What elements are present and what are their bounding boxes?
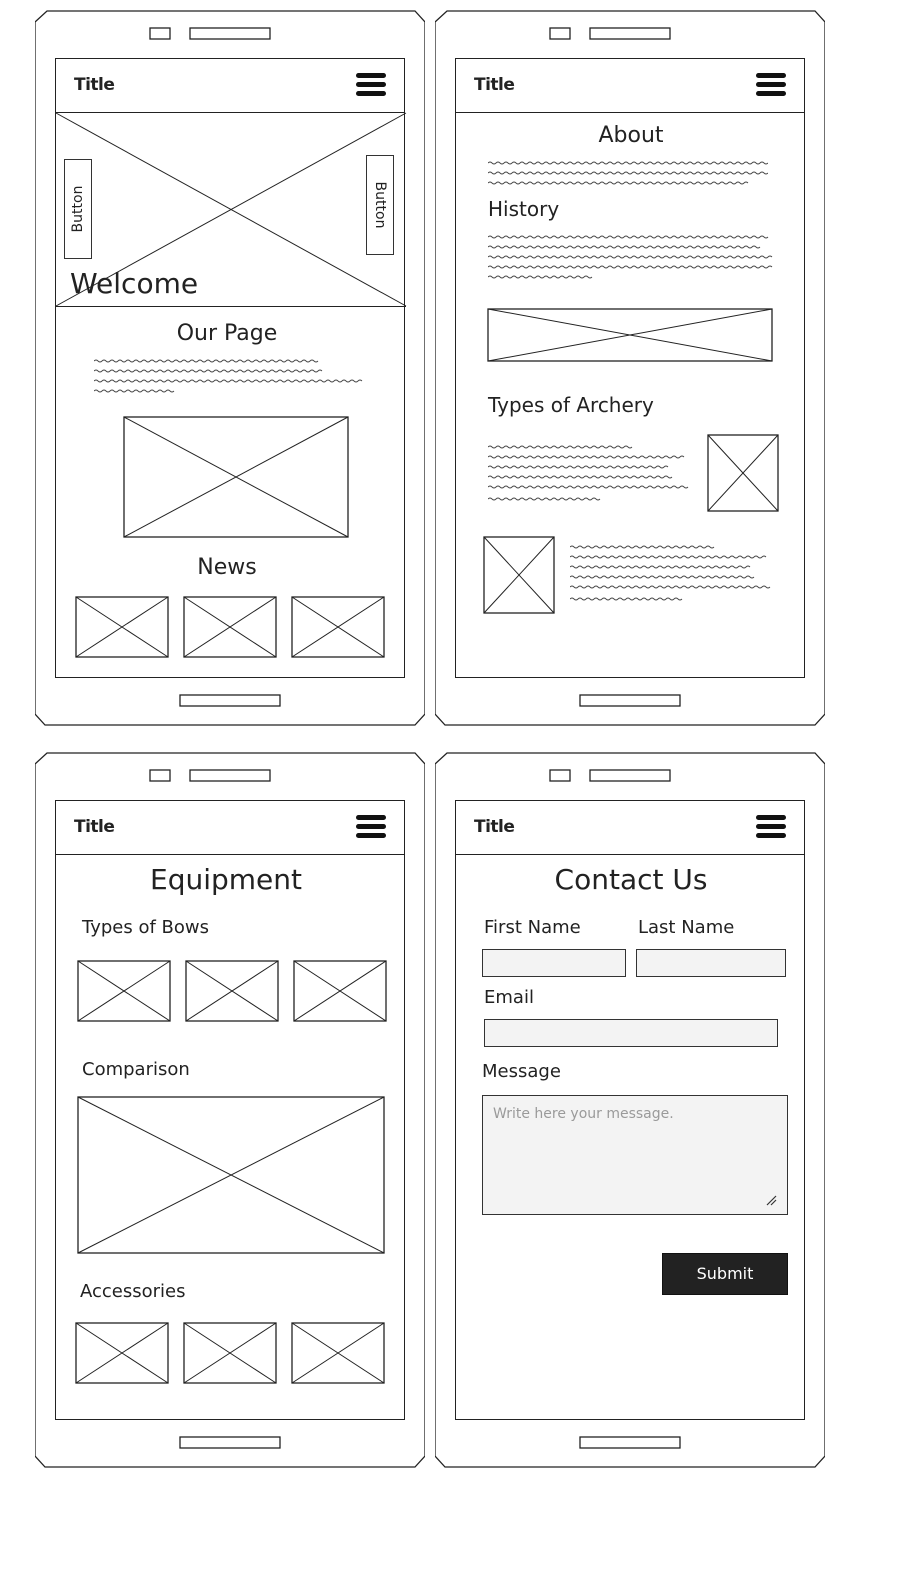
camera-icon bbox=[149, 769, 171, 782]
button-label: Button bbox=[372, 181, 388, 229]
lorem-text-block bbox=[488, 443, 692, 509]
email-label: Email bbox=[484, 987, 534, 1008]
app-title: Title bbox=[474, 817, 515, 837]
hamburger-menu-icon[interactable] bbox=[356, 815, 386, 841]
last-name-label: Last Name bbox=[638, 917, 735, 938]
button-label: Button bbox=[70, 185, 86, 233]
accessory-image-1 bbox=[75, 1322, 169, 1384]
speaker-icon bbox=[589, 27, 671, 40]
home-button bbox=[579, 1436, 681, 1449]
message-placeholder: Write here your message. bbox=[493, 1106, 674, 1122]
app-title: Title bbox=[74, 817, 115, 837]
screen: Title Equipment Types of Bows Comparison… bbox=[55, 800, 405, 1420]
news-image-2 bbox=[183, 596, 277, 658]
comparison-title: Comparison bbox=[82, 1059, 190, 1080]
about-title: About bbox=[598, 123, 664, 148]
news-image-3 bbox=[291, 596, 385, 658]
screen: Title Contact Us First Name Last Name Em… bbox=[455, 800, 805, 1420]
phone-about: Title About History Types of Archery bbox=[435, 10, 825, 726]
hamburger-menu-icon[interactable] bbox=[756, 815, 786, 841]
hero-right-button[interactable]: Button bbox=[366, 155, 394, 255]
lorem-text-block bbox=[570, 543, 774, 609]
bow-image-1 bbox=[77, 960, 171, 1022]
screen: Title About History Types of Archery bbox=[455, 58, 805, 678]
bow-image-2 bbox=[185, 960, 279, 1022]
image-placeholder bbox=[707, 434, 779, 512]
top-bar: Title bbox=[56, 801, 404, 855]
lorem-text-block bbox=[94, 357, 374, 401]
equipment-title: Equipment bbox=[150, 863, 302, 896]
accessory-image-2 bbox=[183, 1322, 277, 1384]
camera-icon bbox=[149, 27, 171, 40]
types-of-archery-title: Types of Archery bbox=[488, 393, 654, 417]
contact-title: Contact Us bbox=[554, 863, 708, 896]
camera-icon bbox=[549, 27, 571, 40]
lorem-text-block bbox=[488, 159, 768, 189]
app-title: Title bbox=[474, 75, 515, 95]
first-name-label: First Name bbox=[484, 917, 581, 938]
image-placeholder bbox=[483, 536, 555, 614]
speaker-icon bbox=[189, 27, 271, 40]
resize-grip-icon[interactable] bbox=[765, 1194, 777, 1206]
hero-title: Welcome bbox=[70, 267, 199, 300]
section-title: Our Page bbox=[176, 321, 278, 346]
camera-icon bbox=[549, 769, 571, 782]
submit-button[interactable]: Submit bbox=[662, 1253, 788, 1295]
bow-image-3 bbox=[293, 960, 387, 1022]
phone-contact: Title Contact Us First Name Last Name Em… bbox=[435, 752, 825, 1468]
hero-left-button[interactable]: Button bbox=[64, 159, 92, 259]
screen: Title Button Button Welcome Our Page New… bbox=[55, 58, 407, 678]
message-field[interactable]: Write here your message. bbox=[482, 1095, 788, 1215]
home-button bbox=[579, 694, 681, 707]
message-label: Message bbox=[482, 1061, 561, 1082]
image-placeholder bbox=[123, 416, 349, 538]
app-title: Title bbox=[74, 75, 115, 95]
comparison-image bbox=[77, 1096, 385, 1254]
home-button bbox=[179, 1436, 281, 1449]
top-bar: Title bbox=[456, 801, 804, 855]
first-name-field[interactable] bbox=[482, 949, 626, 977]
types-of-bows-title: Types of Bows bbox=[82, 917, 209, 938]
accessory-image-3 bbox=[291, 1322, 385, 1384]
home-button bbox=[179, 694, 281, 707]
phone-equipment: Title Equipment Types of Bows Comparison… bbox=[35, 752, 425, 1468]
history-title: History bbox=[488, 197, 560, 221]
hamburger-menu-icon[interactable] bbox=[356, 73, 386, 99]
speaker-icon bbox=[589, 769, 671, 782]
speaker-icon bbox=[189, 769, 271, 782]
lorem-text-block bbox=[488, 233, 774, 287]
image-placeholder bbox=[487, 308, 773, 362]
top-bar: Title bbox=[56, 59, 404, 113]
news-title: News bbox=[197, 555, 257, 580]
news-image-1 bbox=[75, 596, 169, 658]
phone-home: Title Button Button Welcome Our Page New… bbox=[35, 10, 425, 726]
top-bar: Title bbox=[456, 59, 804, 113]
last-name-field[interactable] bbox=[636, 949, 786, 977]
accessories-title: Accessories bbox=[80, 1281, 186, 1302]
hamburger-menu-icon[interactable] bbox=[756, 73, 786, 99]
email-field[interactable] bbox=[484, 1019, 778, 1047]
